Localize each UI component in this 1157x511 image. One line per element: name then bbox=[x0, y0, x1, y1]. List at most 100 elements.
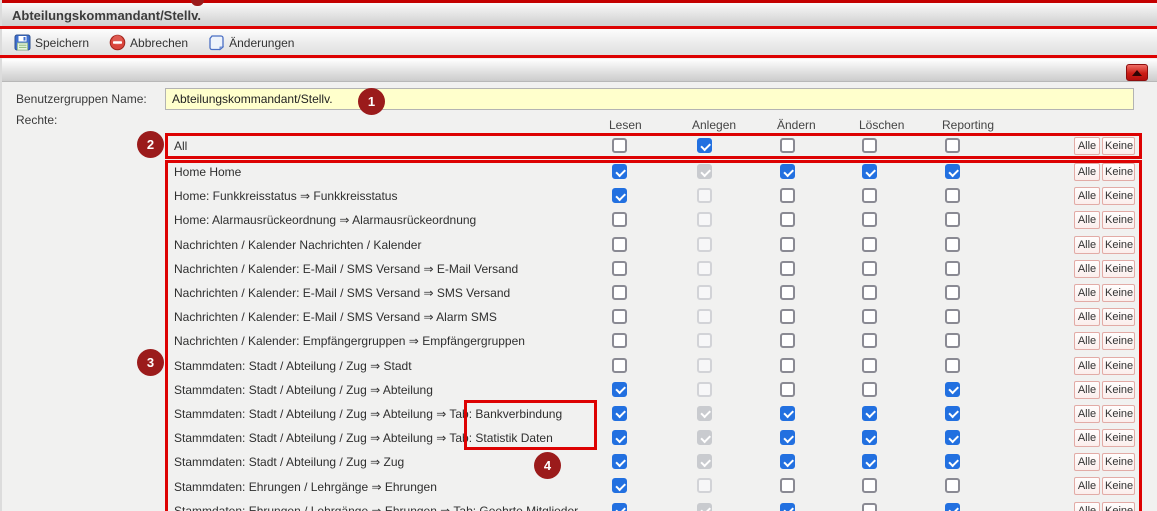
checkbox-loeschen[interactable] bbox=[862, 358, 877, 373]
checkbox-reporting[interactable] bbox=[945, 164, 960, 179]
checkbox-lesen[interactable] bbox=[612, 237, 627, 252]
alle-button[interactable]: Alle bbox=[1074, 429, 1100, 447]
checkbox-reporting[interactable] bbox=[945, 430, 960, 445]
keine-button[interactable]: Keine bbox=[1102, 453, 1135, 471]
keine-button[interactable]: Keine bbox=[1102, 187, 1135, 205]
checkbox-reporting[interactable] bbox=[945, 358, 960, 373]
checkbox-loeschen[interactable] bbox=[862, 138, 877, 153]
checkbox-lesen[interactable] bbox=[612, 406, 627, 421]
alle-button[interactable]: Alle bbox=[1074, 308, 1100, 326]
checkbox-aendern[interactable] bbox=[780, 138, 795, 153]
checkbox-aendern[interactable] bbox=[780, 454, 795, 469]
checkbox-loeschen[interactable] bbox=[862, 382, 877, 397]
checkbox-lesen[interactable] bbox=[612, 478, 627, 493]
checkbox-anlegen[interactable] bbox=[697, 237, 712, 252]
keine-button[interactable]: Keine bbox=[1102, 260, 1135, 278]
checkbox-reporting[interactable] bbox=[945, 454, 960, 469]
checkbox-aendern[interactable] bbox=[780, 212, 795, 227]
checkbox-aendern[interactable] bbox=[780, 164, 795, 179]
alle-button[interactable]: Alle bbox=[1074, 284, 1100, 302]
checkbox-aendern[interactable] bbox=[780, 406, 795, 421]
checkbox-aendern[interactable] bbox=[780, 358, 795, 373]
checkbox-loeschen[interactable] bbox=[862, 309, 877, 324]
checkbox-anlegen[interactable] bbox=[697, 478, 712, 493]
checkbox-loeschen[interactable] bbox=[862, 164, 877, 179]
checkbox-aendern[interactable] bbox=[780, 285, 795, 300]
checkbox-aendern[interactable] bbox=[780, 333, 795, 348]
keine-button[interactable]: Keine bbox=[1102, 429, 1135, 447]
checkbox-lesen[interactable] bbox=[612, 285, 627, 300]
checkbox-aendern[interactable] bbox=[780, 382, 795, 397]
alle-button[interactable]: Alle bbox=[1074, 187, 1100, 205]
checkbox-lesen[interactable] bbox=[612, 138, 627, 153]
checkbox-loeschen[interactable] bbox=[862, 430, 877, 445]
checkbox-anlegen[interactable] bbox=[697, 333, 712, 348]
checkbox-reporting[interactable] bbox=[945, 503, 960, 511]
checkbox-reporting[interactable] bbox=[945, 261, 960, 276]
keine-button[interactable]: Keine bbox=[1102, 381, 1135, 399]
save-button[interactable]: Speichern bbox=[14, 34, 89, 51]
checkbox-reporting[interactable] bbox=[945, 285, 960, 300]
alle-button[interactable]: Alle bbox=[1074, 477, 1100, 495]
keine-button[interactable]: Keine bbox=[1102, 308, 1135, 326]
cancel-button[interactable]: Abbrechen bbox=[109, 34, 188, 51]
checkbox-anlegen[interactable] bbox=[697, 309, 712, 324]
checkbox-aendern[interactable] bbox=[780, 478, 795, 493]
checkbox-reporting[interactable] bbox=[945, 212, 960, 227]
group-name-input[interactable] bbox=[165, 88, 1134, 110]
checkbox-loeschen[interactable] bbox=[862, 212, 877, 227]
checkbox-loeschen[interactable] bbox=[862, 454, 877, 469]
checkbox-lesen[interactable] bbox=[612, 188, 627, 203]
checkbox-anlegen[interactable] bbox=[697, 406, 712, 421]
checkbox-anlegen[interactable] bbox=[697, 454, 712, 469]
checkbox-reporting[interactable] bbox=[945, 406, 960, 421]
alle-button[interactable]: Alle bbox=[1074, 453, 1100, 471]
alle-button[interactable]: Alle bbox=[1074, 405, 1100, 423]
checkbox-aendern[interactable] bbox=[780, 261, 795, 276]
keine-button[interactable]: Keine bbox=[1102, 163, 1135, 181]
checkbox-lesen[interactable] bbox=[612, 503, 627, 511]
checkbox-aendern[interactable] bbox=[780, 237, 795, 252]
collapse-panel-button[interactable] bbox=[1126, 64, 1148, 81]
checkbox-reporting[interactable] bbox=[945, 382, 960, 397]
alle-button[interactable]: Alle bbox=[1074, 357, 1100, 375]
checkbox-reporting[interactable] bbox=[945, 309, 960, 324]
checkbox-loeschen[interactable] bbox=[862, 333, 877, 348]
keine-button[interactable]: Keine bbox=[1102, 211, 1135, 229]
keine-button[interactable]: Keine bbox=[1102, 284, 1135, 302]
alle-button[interactable]: Alle bbox=[1074, 163, 1100, 181]
checkbox-anlegen[interactable] bbox=[697, 430, 712, 445]
checkbox-lesen[interactable] bbox=[612, 430, 627, 445]
checkbox-lesen[interactable] bbox=[612, 164, 627, 179]
checkbox-anlegen[interactable] bbox=[697, 285, 712, 300]
checkbox-anlegen[interactable] bbox=[697, 164, 712, 179]
checkbox-loeschen[interactable] bbox=[862, 261, 877, 276]
checkbox-lesen[interactable] bbox=[612, 212, 627, 227]
checkbox-reporting[interactable] bbox=[945, 333, 960, 348]
alle-button[interactable]: Alle bbox=[1074, 381, 1100, 399]
checkbox-aendern[interactable] bbox=[780, 503, 795, 511]
keine-button[interactable]: Keine bbox=[1102, 137, 1135, 155]
checkbox-aendern[interactable] bbox=[780, 430, 795, 445]
checkbox-anlegen[interactable] bbox=[697, 503, 712, 511]
checkbox-loeschen[interactable] bbox=[862, 503, 877, 511]
checkbox-lesen[interactable] bbox=[612, 358, 627, 373]
checkbox-reporting[interactable] bbox=[945, 237, 960, 252]
checkbox-reporting[interactable] bbox=[945, 188, 960, 203]
checkbox-loeschen[interactable] bbox=[862, 237, 877, 252]
keine-button[interactable]: Keine bbox=[1102, 332, 1135, 350]
checkbox-reporting[interactable] bbox=[945, 138, 960, 153]
checkbox-anlegen[interactable] bbox=[697, 382, 712, 397]
checkbox-loeschen[interactable] bbox=[862, 285, 877, 300]
keine-button[interactable]: Keine bbox=[1102, 357, 1135, 375]
changes-button[interactable]: Änderungen bbox=[208, 34, 294, 51]
checkbox-lesen[interactable] bbox=[612, 261, 627, 276]
checkbox-lesen[interactable] bbox=[612, 382, 627, 397]
alle-button[interactable]: Alle bbox=[1074, 236, 1100, 254]
checkbox-anlegen[interactable] bbox=[697, 212, 712, 227]
keine-button[interactable]: Keine bbox=[1102, 477, 1135, 495]
checkbox-lesen[interactable] bbox=[612, 333, 627, 348]
alle-button[interactable]: Alle bbox=[1074, 211, 1100, 229]
checkbox-anlegen[interactable] bbox=[697, 261, 712, 276]
checkbox-aendern[interactable] bbox=[780, 309, 795, 324]
